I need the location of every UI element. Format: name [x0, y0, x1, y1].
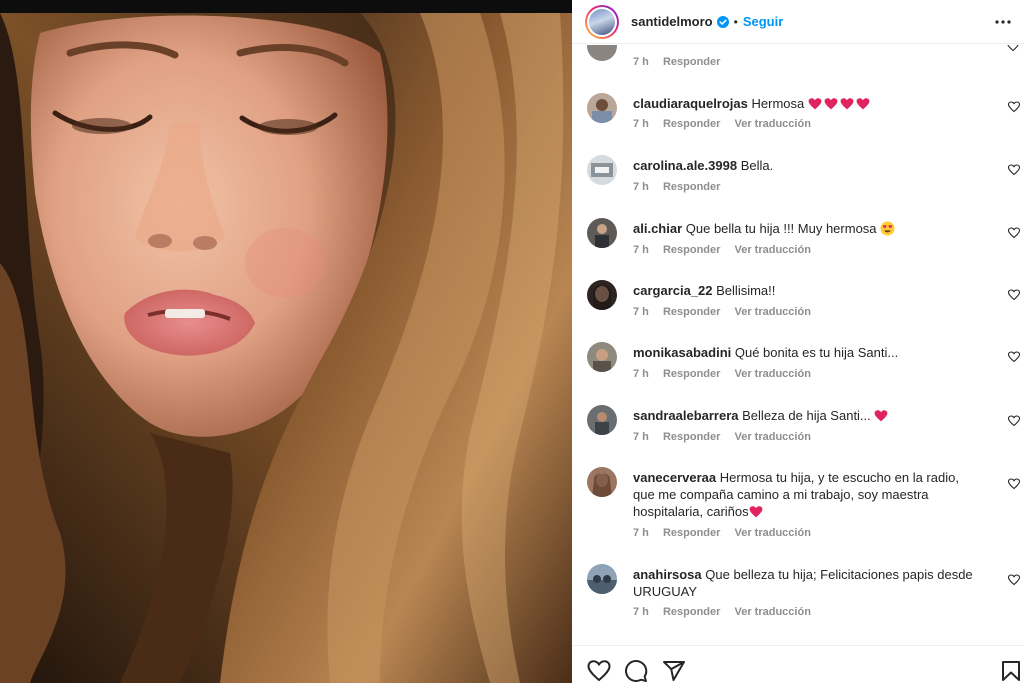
comment-meta: 7 h Responder Ver traducción — [633, 368, 822, 380]
heart-outline-icon[interactable] — [587, 659, 611, 683]
comment-time: 7 h — [633, 431, 649, 443]
comment-text: claudiaraquelrojas Hermosa — [633, 95, 983, 112]
heart-outline-icon[interactable] — [1008, 164, 1020, 176]
commenter-username[interactable]: claudiaraquelrojas — [633, 96, 748, 111]
four-red-hearts-emoji — [808, 96, 872, 111]
reply-link[interactable]: Responder — [663, 56, 720, 68]
commenter-username[interactable]: sandraalebarrera — [633, 408, 739, 423]
follow-button[interactable]: Seguir — [743, 14, 783, 29]
reply-link[interactable]: Responder — [663, 431, 720, 443]
list-item: 7 h Responder — [572, 45, 1024, 73]
comment-time: 7 h — [633, 368, 649, 380]
commenter-username[interactable]: carolina.ale.3998 — [633, 158, 737, 173]
red-heart-emoji — [749, 506, 763, 518]
author-avatar[interactable] — [585, 4, 619, 39]
comment-meta: 7 h Responder Ver traducción — [633, 527, 822, 539]
comment-meta: 7 h Responder Ver traducción — [633, 118, 822, 130]
comment-text: carolina.ale.3998 Bella. — [633, 158, 774, 173]
comments-list[interactable]: 7 h Responder claudiaraquelrojas Hermosa… — [572, 45, 1024, 645]
translate-link[interactable]: Ver traducción — [735, 606, 811, 618]
commenter-avatar[interactable] — [587, 280, 617, 310]
heart-outline-icon[interactable] — [1008, 478, 1020, 490]
commenter-avatar[interactable] — [587, 45, 617, 61]
commenter-avatar[interactable] — [587, 93, 617, 123]
heart-outline-icon[interactable] — [1008, 289, 1020, 301]
heart-outline-icon[interactable] — [1007, 45, 1019, 52]
post-header: santidelmoro • Seguir — [572, 0, 1024, 44]
commenter-avatar[interactable] — [587, 342, 617, 372]
commenter-avatar[interactable] — [587, 467, 617, 497]
commenter-avatar[interactable] — [587, 405, 617, 435]
comment-text: vanecerveraa Hermosa tu hija, y te escuc… — [633, 470, 959, 519]
comment-meta: 7 h Responder Ver traducción — [633, 306, 822, 318]
heart-outline-icon[interactable] — [1008, 574, 1020, 586]
comment-time: 7 h — [633, 181, 649, 193]
comment-text: cargarcia_22 Bellisima!! — [633, 283, 776, 298]
author-username[interactable]: santidelmoro — [631, 14, 713, 29]
comment-time: 7 h — [633, 306, 649, 318]
bookmark-icon[interactable] — [999, 659, 1023, 683]
heart-outline-icon[interactable] — [1008, 227, 1020, 239]
heart-outline-icon[interactable] — [1008, 101, 1020, 113]
heart-outline-icon[interactable] — [1008, 415, 1020, 427]
comment-meta: 7 h Responder Ver traducción — [633, 244, 822, 256]
comment-text: sandraalebarrera Belleza de hija Santi..… — [633, 407, 983, 424]
comment-time: 7 h — [633, 56, 649, 68]
reply-link[interactable]: Responder — [663, 306, 720, 318]
comment-text: ali.chiar Que bella tu hija !!! Muy herm… — [633, 220, 983, 237]
reply-link[interactable]: Responder — [663, 606, 720, 618]
comment-time: 7 h — [633, 118, 649, 130]
paper-plane-icon[interactable] — [662, 659, 686, 683]
commenter-username[interactable]: vanecerveraa — [633, 470, 716, 485]
reply-link[interactable]: Responder — [663, 244, 720, 256]
commenter-avatar[interactable] — [587, 155, 617, 185]
translate-link[interactable]: Ver traducción — [735, 306, 811, 318]
comment-meta: 7 h Responder — [633, 56, 731, 68]
post-actions-bar — [572, 645, 1024, 683]
commenter-username[interactable]: cargarcia_22 — [633, 283, 713, 298]
comment-time: 7 h — [633, 527, 649, 539]
photo-top-edge — [0, 0, 572, 13]
commenter-avatar[interactable] — [587, 564, 617, 594]
comment-meta: 7 h Responder Ver traducción — [633, 431, 822, 443]
translate-link[interactable]: Ver traducción — [735, 244, 811, 256]
comment-time: 7 h — [633, 606, 649, 618]
header-separator: • — [733, 14, 738, 29]
commenter-username[interactable]: monikasabadini — [633, 345, 731, 360]
commenter-username[interactable]: anahirsosa — [633, 567, 702, 582]
reply-link[interactable]: Responder — [663, 181, 720, 193]
heart-outline-icon[interactable] — [1008, 351, 1020, 363]
comment-time: 7 h — [633, 244, 649, 256]
comment-meta: 7 h Responder Ver traducción — [633, 606, 822, 618]
heart-eyes-emoji — [880, 221, 895, 236]
comments-panel: santidelmoro • Seguir 7 h Responder clau… — [572, 0, 1024, 683]
reply-link[interactable]: Responder — [663, 527, 720, 539]
verified-badge-icon — [716, 15, 729, 28]
translate-link[interactable]: Ver traducción — [735, 431, 811, 443]
red-heart-emoji — [874, 410, 888, 422]
translate-link[interactable]: Ver traducción — [735, 118, 811, 130]
reply-link[interactable]: Responder — [663, 118, 720, 130]
post-photo[interactable] — [0, 0, 572, 683]
comment-bubble-icon[interactable] — [624, 659, 648, 683]
more-options-icon[interactable] — [994, 13, 1012, 31]
translate-link[interactable]: Ver traducción — [735, 368, 811, 380]
portrait-image — [0, 13, 572, 683]
commenter-username[interactable]: ali.chiar — [633, 221, 682, 236]
comment-meta: 7 h Responder — [633, 181, 731, 193]
commenter-avatar[interactable] — [587, 218, 617, 248]
comment-text: anahirsosa Que belleza tu hija; Felicita… — [633, 567, 973, 599]
reply-link[interactable]: Responder — [663, 368, 720, 380]
comment-text: monikasabadini Qué bonita es tu hija San… — [633, 345, 899, 360]
translate-link[interactable]: Ver traducción — [735, 527, 811, 539]
